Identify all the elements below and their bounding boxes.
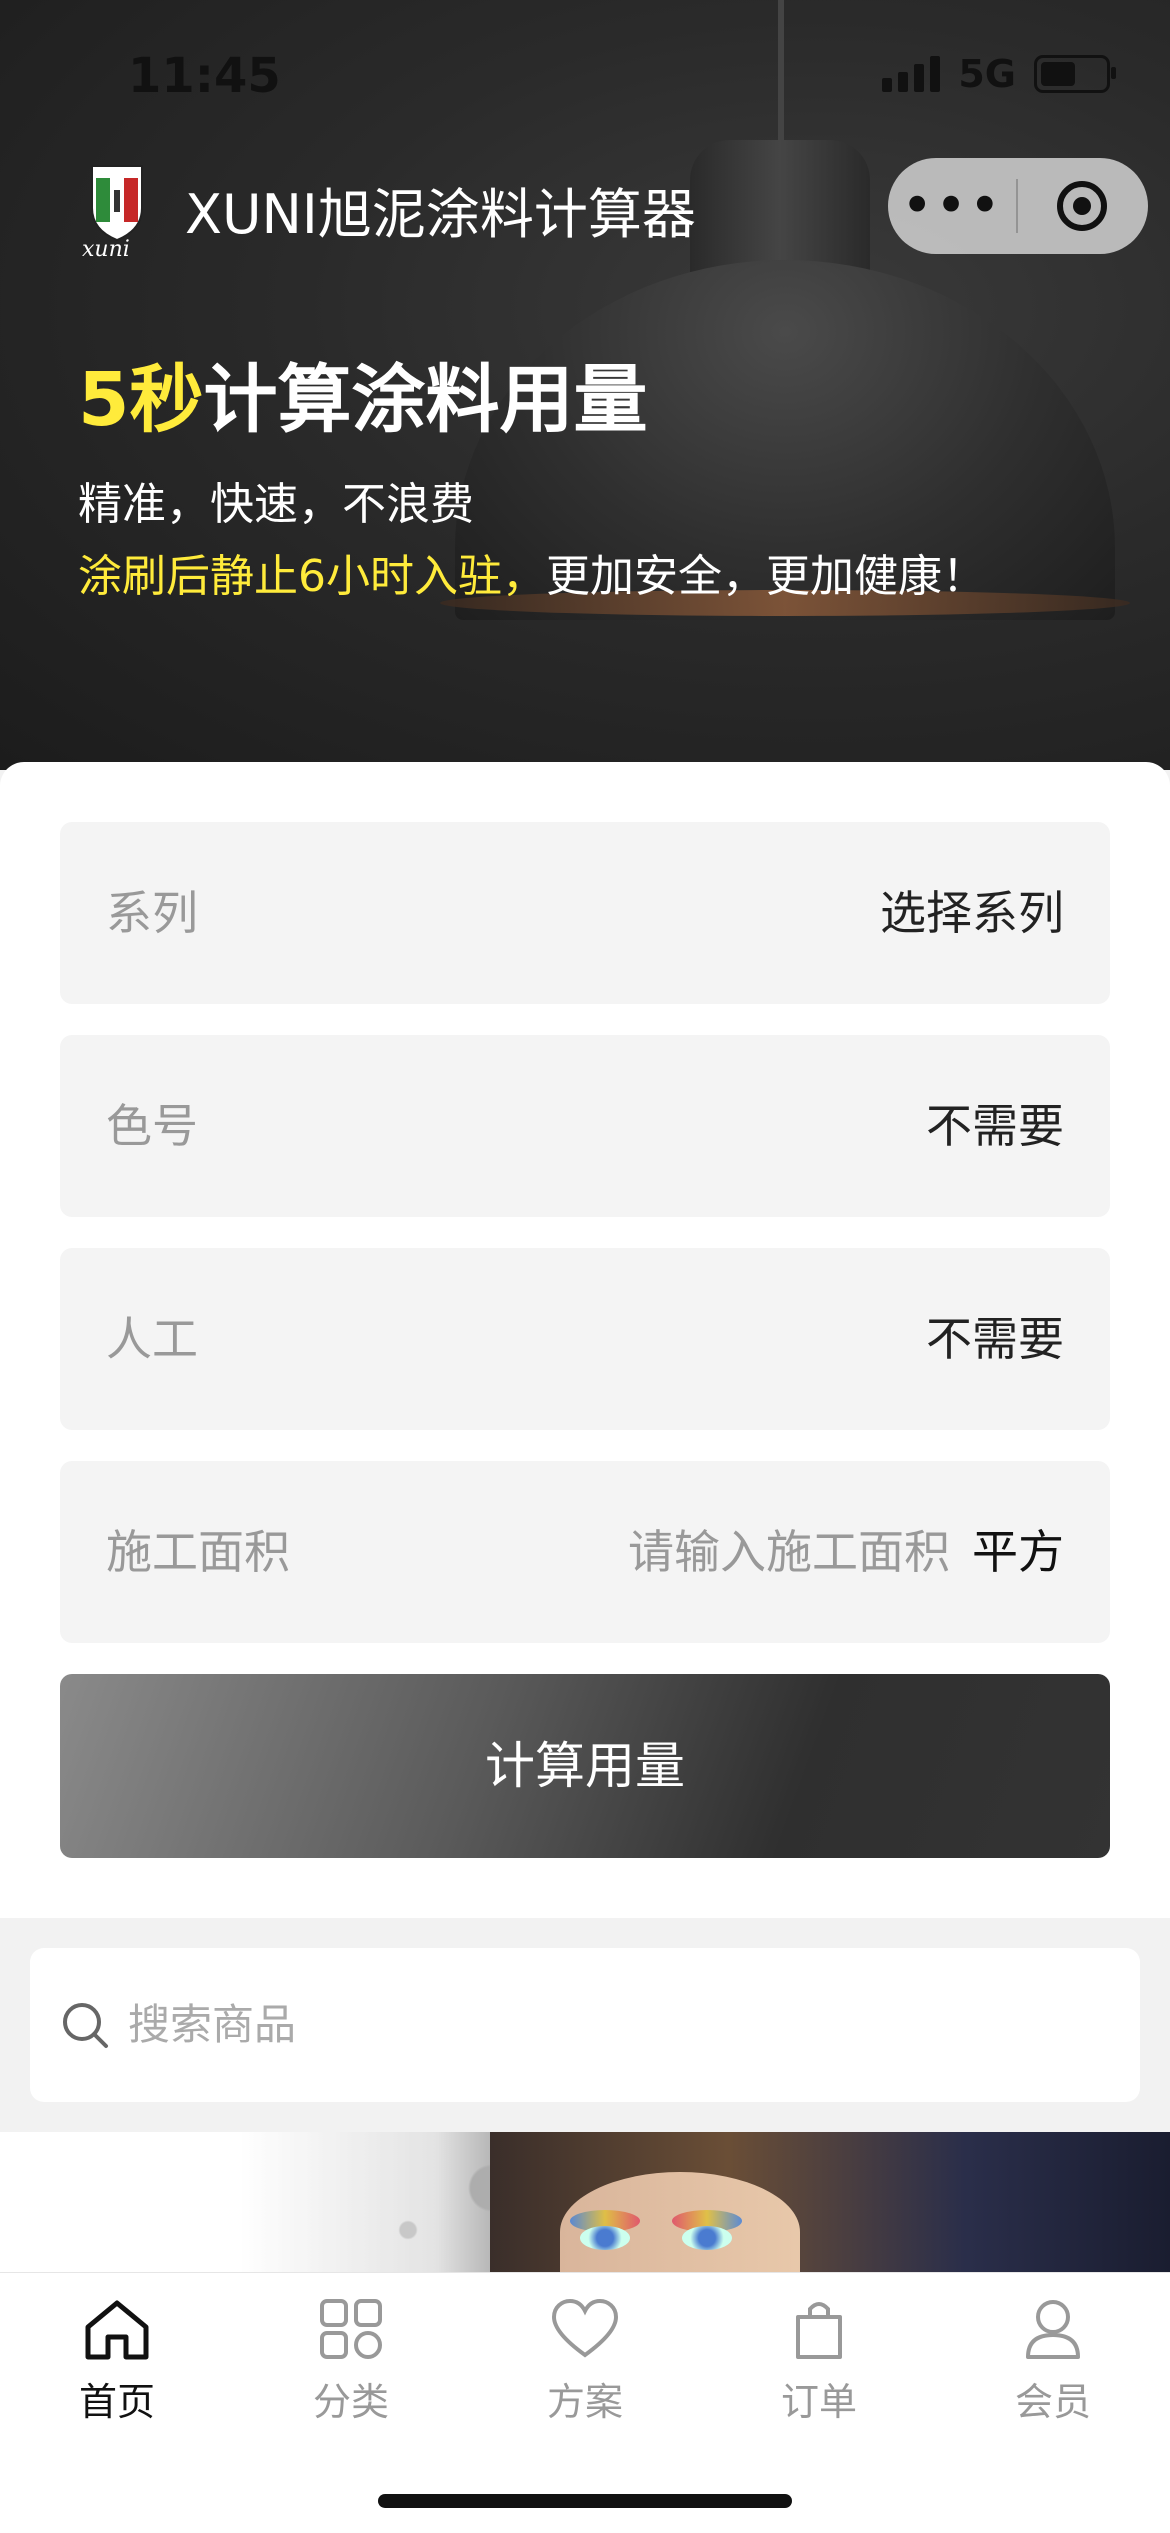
battery-icon <box>1034 55 1116 93</box>
subtitle-line-2: 涂刷后静止6小时入驻，更加安全，更加健康！ <box>78 540 986 604</box>
search-icon <box>63 2003 108 2048</box>
tab-orders[interactable]: 订单 <box>744 2297 894 2426</box>
area-unit: 平方 <box>972 1525 1064 1579</box>
promo-banner[interactable] <box>0 2132 1170 2272</box>
grid-icon <box>320 2299 382 2359</box>
search-placeholder: 搜索商品 <box>128 2000 297 2049</box>
series-label: 系列 <box>106 886 198 940</box>
color-select[interactable]: 色号 不需要 <box>60 1035 1110 1217</box>
area-input[interactable]: 请输入施工面积 <box>530 1461 950 1643</box>
user-icon <box>1026 2300 1080 2359</box>
color-label: 色号 <box>106 1099 198 1153</box>
labor-value[interactable]: 不需要 <box>926 1248 1064 1430</box>
tab-category-label: 分类 <box>312 2380 389 2424</box>
color-value[interactable]: 不需要 <box>926 1035 1064 1217</box>
status-time: 11:45 <box>128 48 281 104</box>
series-select[interactable]: 系列 选择系列 <box>60 822 1110 1004</box>
tab-member-label: 会员 <box>1014 2380 1091 2424</box>
mini-program-capsule: ••• <box>888 158 1148 254</box>
bag-icon <box>796 2302 842 2359</box>
headline: 5秒计算涂料用量 <box>78 340 648 447</box>
calculate-button[interactable]: 计算用量 <box>60 1674 1110 1858</box>
heart-icon <box>551 2298 619 2358</box>
status-icons: 5G <box>882 52 1116 96</box>
more-button[interactable]: ••• <box>888 158 1016 254</box>
home-icon <box>85 2300 149 2360</box>
brand-logo: xuni <box>80 160 170 262</box>
network-type: 5G <box>958 52 1016 96</box>
tab-plan-label: 方案 <box>546 2380 623 2424</box>
signal-icon <box>882 56 941 92</box>
subtitle-highlight: 涂刷后静止6小时入驻， <box>78 551 546 602</box>
tab-member[interactable]: 会员 <box>978 2297 1128 2426</box>
tab-plan[interactable]: 方案 <box>510 2297 660 2426</box>
series-value[interactable]: 选择系列 <box>880 822 1064 1004</box>
hero-banner: 11:45 5G xuni XUNI旭泥涂料计算器 ••• 5秒计算涂料用量 精… <box>0 0 1170 770</box>
app-title: XUNI旭泥涂料计算器 <box>185 183 696 246</box>
eye-right <box>682 2226 732 2250</box>
area-label: 施工面积 <box>106 1525 290 1579</box>
tab-home-label: 首页 <box>78 2380 155 2424</box>
subtitle-rest: 更加安全，更加健康！ <box>546 551 986 602</box>
subtitle-line-1: 精准，快速，不浪费 <box>78 479 474 530</box>
tab-category[interactable]: 分类 <box>276 2297 426 2426</box>
close-button[interactable] <box>1018 178 1146 234</box>
headline-rest: 计算涂料用量 <box>203 357 648 443</box>
labor-label: 人工 <box>106 1312 198 1366</box>
banner-spray <box>240 2132 520 2272</box>
lamp-cord <box>778 0 784 150</box>
target-icon <box>1057 181 1107 231</box>
eye-left <box>580 2226 630 2250</box>
tab-home[interactable]: 首页 <box>42 2297 192 2426</box>
area-row: 施工面积 请输入施工面积 平方 <box>60 1461 1110 1643</box>
search-bar[interactable]: 搜索商品 <box>30 1948 1140 2102</box>
tab-orders-label: 订单 <box>780 2380 857 2424</box>
svg-text:xuni: xuni <box>82 237 130 260</box>
labor-select[interactable]: 人工 不需要 <box>60 1248 1110 1430</box>
home-indicator[interactable] <box>378 2494 792 2508</box>
headline-highlight: 5秒 <box>78 357 204 443</box>
